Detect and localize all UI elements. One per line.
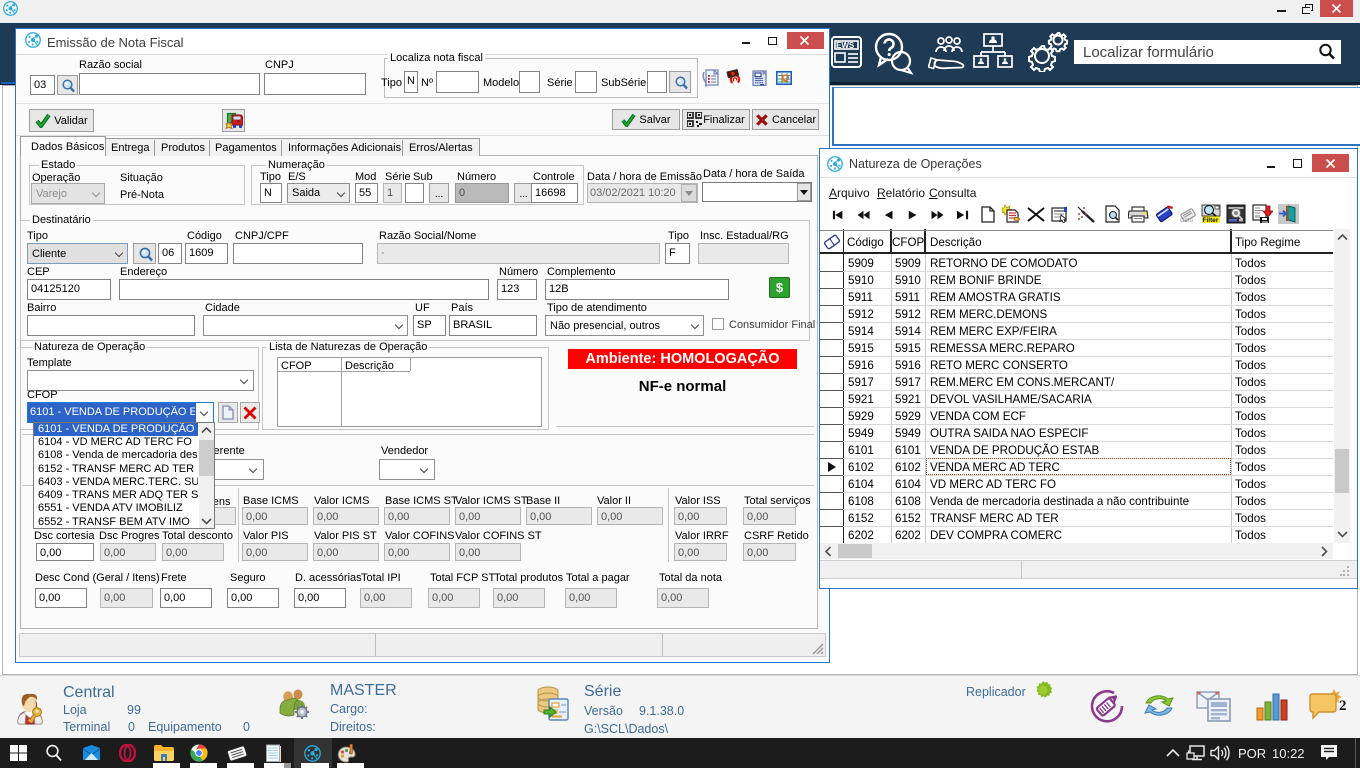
svg-text:Filter: Filter: [1203, 217, 1219, 224]
svg-text:Goto: Goto: [1180, 218, 1194, 223]
svg-text:EWS: EWS: [836, 41, 855, 50]
